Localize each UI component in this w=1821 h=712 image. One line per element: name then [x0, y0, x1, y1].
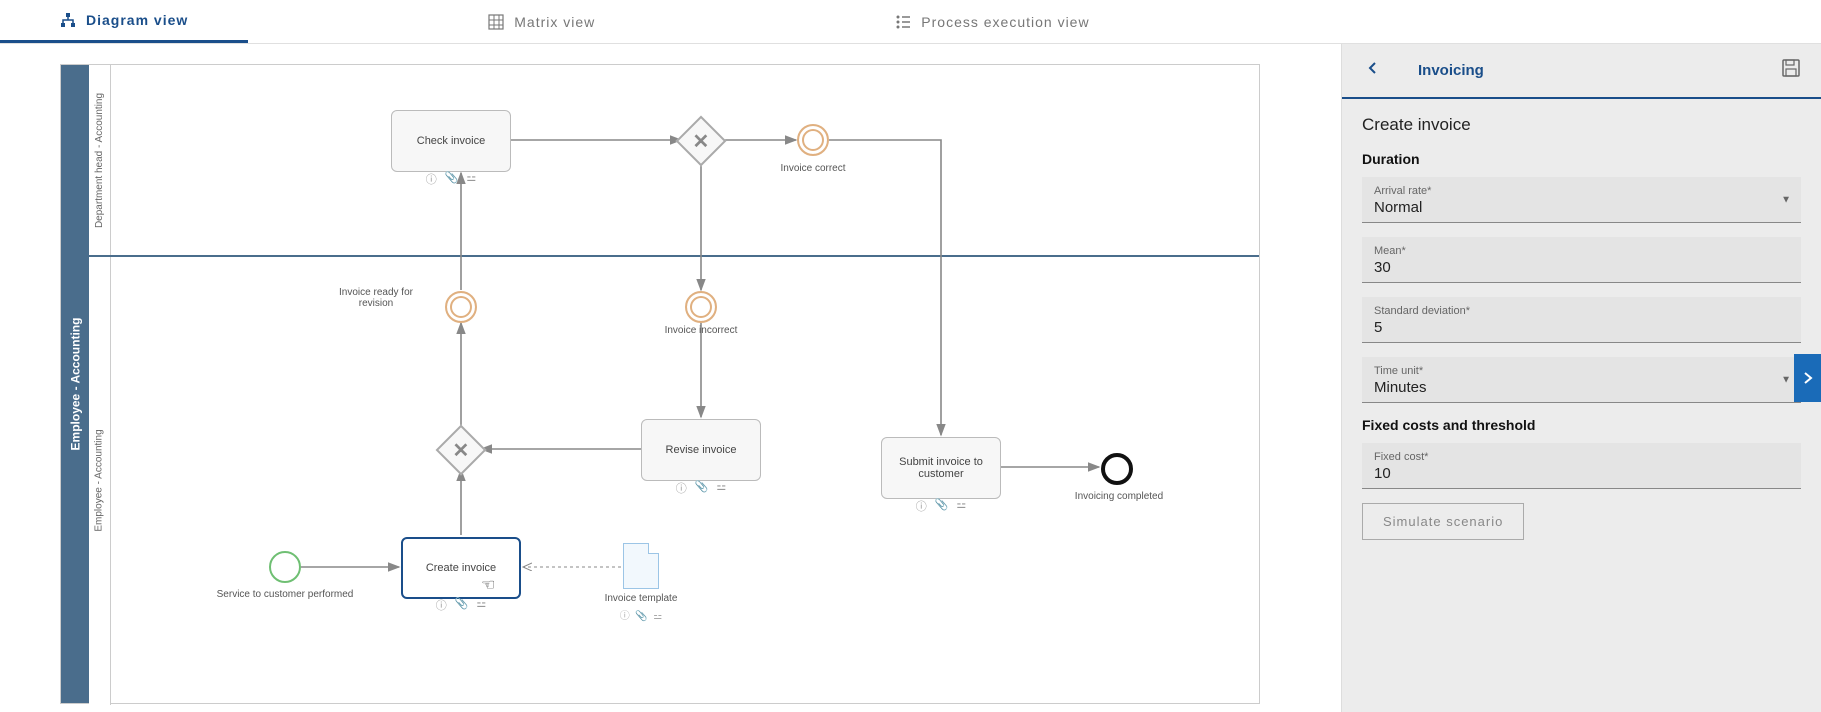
- task-indicators: ⓘ 📎 ⚍: [916, 498, 967, 514]
- save-button[interactable]: [1777, 54, 1805, 87]
- panel-header: Invoicing: [1342, 44, 1821, 99]
- pool-header[interactable]: Employee - Accounting: [61, 65, 89, 703]
- gateway-merge[interactable]: ✕: [436, 425, 487, 476]
- task-indicators: ⓘ 📎 ⚍: [436, 597, 487, 613]
- task-label: Check invoice: [417, 135, 485, 147]
- subprocess-icon: ⚍: [956, 498, 966, 514]
- task-create-invoice[interactable]: Create invoice ☜ ⓘ📎⚍: [401, 537, 521, 599]
- event-invoice-correct[interactable]: [797, 124, 829, 156]
- task-indicators: ⓘ 📎 ⚍: [426, 171, 477, 187]
- tab-matrix-view[interactable]: Matrix view: [428, 0, 655, 43]
- section-duration: Duration: [1362, 151, 1801, 167]
- lane-header-2[interactable]: Employee - Accounting: [89, 255, 111, 705]
- subprocess-icon: ⚍: [716, 480, 726, 496]
- field-label: Fixed cost*: [1374, 451, 1789, 463]
- label-invoice-ready: Invoice ready for revision: [321, 287, 431, 309]
- hierarchy-icon: [60, 12, 76, 28]
- pool-name: Employee - Accounting: [68, 318, 82, 451]
- field-label: Standard deviation*: [1374, 305, 1789, 317]
- field-label: Time unit*: [1374, 365, 1789, 377]
- chevron-down-icon: ▼: [1781, 194, 1791, 205]
- gateway-invoice-check[interactable]: ✕: [676, 116, 727, 167]
- event-start-service[interactable]: [269, 551, 301, 583]
- panel-title: Invoicing: [1418, 62, 1777, 79]
- task-indicators: ⓘ 📎 ⚍: [676, 480, 727, 496]
- task-label: Create invoice: [426, 562, 496, 574]
- x-icon: ✕: [453, 437, 470, 462]
- event-end-invoicing[interactable]: [1101, 453, 1133, 485]
- x-icon: ✕: [693, 128, 710, 153]
- tab-process-execution-view[interactable]: Process execution view: [835, 0, 1149, 43]
- tab-label: Diagram view: [86, 12, 188, 28]
- grid-icon: [488, 14, 504, 30]
- attachment-icon: 📎: [695, 480, 709, 496]
- selected-element-title: Create invoice: [1362, 115, 1801, 135]
- diagram-canvas[interactable]: Employee - Accounting Department head - …: [0, 44, 1341, 712]
- info-icon: ⓘ: [426, 171, 437, 187]
- chevron-down-icon: ▼: [1781, 374, 1791, 385]
- list-icon: [895, 14, 911, 30]
- task-label: Revise invoice: [666, 444, 737, 456]
- properties-panel: Invoicing Create invoice Duration Arriva…: [1341, 44, 1821, 712]
- task-check-invoice[interactable]: Check invoice ⓘ📎⚍: [391, 110, 511, 172]
- field-value: 10: [1374, 465, 1789, 482]
- task-submit-invoice[interactable]: Submit invoice to customer ⓘ📎⚍: [881, 437, 1001, 499]
- field-arrival-rate[interactable]: Arrival rate* Normal ▼: [1362, 177, 1801, 223]
- label-invoicing-completed: Invoicing completed: [1049, 491, 1189, 502]
- save-icon: [1781, 58, 1801, 78]
- field-label: Mean*: [1374, 245, 1789, 257]
- field-label: Arrival rate*: [1374, 185, 1789, 197]
- tab-label: Matrix view: [514, 14, 595, 30]
- info-icon: ⓘ: [916, 498, 927, 514]
- tab-label: Process execution view: [921, 14, 1089, 30]
- chevron-left-icon: [1366, 61, 1380, 75]
- field-value: 5: [1374, 319, 1789, 336]
- info-icon: ⓘ: [676, 480, 687, 496]
- lane-name: Department head - Accounting: [94, 92, 105, 227]
- field-value: 30: [1374, 259, 1789, 276]
- lane-header-1[interactable]: Department head - Accounting: [89, 65, 111, 255]
- data-object-invoice-template[interactable]: [623, 543, 659, 589]
- attachment-icon: 📎: [445, 171, 459, 187]
- field-stddev[interactable]: Standard deviation* 5: [1362, 297, 1801, 343]
- task-label: Submit invoice to customer: [886, 456, 996, 480]
- chevron-right-icon: [1802, 372, 1814, 384]
- diagram-area: Check invoice ⓘ📎⚍ ✕ Invoice correct Invo…: [111, 65, 1259, 703]
- subprocess-icon: ⚍: [476, 597, 486, 613]
- label-invoice-incorrect: Invoice incorrect: [631, 325, 771, 336]
- doc-indicators: ⓘ 📎 ⚍: [571, 607, 711, 622]
- tab-diagram-view[interactable]: Diagram view: [0, 0, 248, 43]
- lane-name: Employee - Accounting: [94, 429, 105, 531]
- attachment-icon: 📎: [455, 597, 469, 613]
- section-costs: Fixed costs and threshold: [1362, 417, 1801, 433]
- event-invoice-incorrect[interactable]: [685, 291, 717, 323]
- field-time-unit[interactable]: Time unit* Minutes ▼: [1362, 357, 1801, 403]
- field-value: Normal: [1374, 199, 1789, 216]
- label-invoice-correct: Invoice correct: [743, 163, 883, 174]
- event-invoice-ready[interactable]: [445, 291, 477, 323]
- panel-expand-toggle[interactable]: [1794, 354, 1821, 402]
- panel-body: Create invoice Duration Arrival rate* No…: [1342, 99, 1821, 556]
- info-icon: ⓘ: [436, 597, 447, 613]
- field-mean[interactable]: Mean* 30: [1362, 237, 1801, 283]
- label-invoice-template: Invoice template: [571, 593, 711, 604]
- pointer-cursor-icon: ☜: [481, 575, 495, 595]
- task-revise-invoice[interactable]: Revise invoice ⓘ📎⚍: [641, 419, 761, 481]
- back-button[interactable]: [1358, 57, 1388, 84]
- swimlane-pool: Employee - Accounting Department head - …: [60, 64, 1260, 704]
- label-service-performed: Service to customer performed: [215, 589, 355, 600]
- subprocess-icon: ⚍: [466, 171, 476, 187]
- view-tabs: Diagram view Matrix view Process executi…: [0, 0, 1821, 44]
- attachment-icon: 📎: [935, 498, 949, 514]
- simulate-scenario-button[interactable]: Simulate scenario: [1362, 503, 1524, 540]
- field-fixed-cost[interactable]: Fixed cost* 10: [1362, 443, 1801, 489]
- field-value: Minutes: [1374, 379, 1789, 396]
